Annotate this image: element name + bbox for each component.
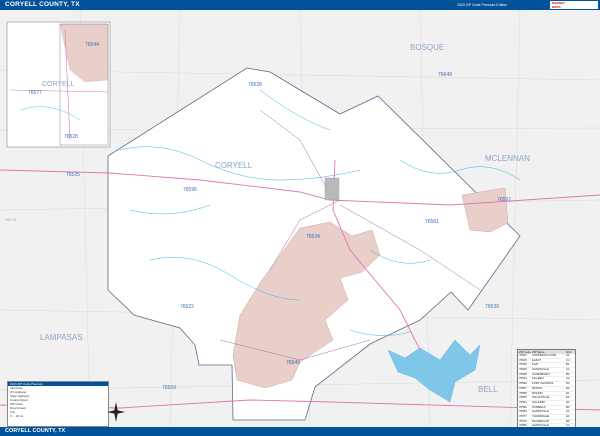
map-legend: 2020 ZIP Code Premium Interstate US High…: [7, 381, 109, 427]
zip-label: 76557: [497, 197, 511, 203]
county-label-lampasas: LAMPASAS: [40, 333, 83, 342]
table-cell: 76561: [519, 399, 527, 404]
zip-label: 76522: [180, 304, 194, 310]
edition-label: 2020 ZIP Code Premium Edition: [457, 3, 508, 7]
county-label-coryell: CORYELL: [215, 161, 253, 170]
table-cell: OGLESBY: [532, 399, 546, 404]
title-bar: CORYELL COUNTY, TX 2020 ZIP Code Premium…: [0, 0, 600, 10]
zip-label: 76596: [183, 187, 197, 193]
gatesville-town: [324, 177, 340, 201]
table-cell: MOODY: [532, 385, 543, 390]
zip-label: 76524: [306, 234, 320, 240]
zip-table-body: 76522 COPPERAS COVE A4 76525 EVANT C4 76526 FLA…: [518, 353, 575, 427]
zip-code-table: ZIP Code ZIP Name Grid 76522 COPPERAS COV…: [517, 349, 576, 428]
scale-label: 0 ... 10 mi: [10, 414, 24, 418]
county-label-mclennan: MCLENNAN: [485, 154, 530, 163]
scale-bar: 0 ... 10 mi: [8, 414, 108, 418]
map-canvas[interactable]: BOSQUE MCLENNAN LAMPASAS BELL HILLS CORY…: [0, 10, 600, 427]
zip-label: 76649: [438, 72, 452, 78]
footer-bar: CORYELL COUNTY, TX: [0, 427, 600, 436]
zip-label: 76528: [248, 82, 262, 88]
zip-label: 76525: [66, 172, 80, 178]
zip-label: 76528: [64, 134, 78, 140]
zip-label: 76561: [425, 219, 439, 225]
zip-label: 76559: [162, 385, 176, 391]
inset-county-label: CORYELL: [42, 81, 75, 88]
zip-label: 76577: [28, 90, 42, 96]
county-label-bosque: BOSQUE: [410, 43, 444, 52]
county-label-hills: HILLS: [5, 217, 16, 222]
zip-label: 76539: [485, 304, 499, 310]
zip-label: 76544: [85, 42, 99, 48]
table-cell: 76557: [519, 385, 527, 390]
table-cell: E2: [566, 385, 570, 390]
zip-label: 76549: [286, 360, 300, 366]
logo-line-2: MAPS: [552, 5, 561, 9]
belton-lake: [387, 339, 481, 403]
county-label-bell: BELL: [478, 385, 498, 394]
reservation-east: [461, 187, 509, 233]
table-cell: D2: [566, 399, 570, 404]
map-title: CORYELL COUNTY, TX: [5, 1, 80, 8]
north-arrow-icon: [107, 402, 125, 422]
publisher-logo: MARKET MAPS: [550, 1, 598, 9]
footer-title: CORYELL COUNTY, TX: [5, 428, 66, 434]
